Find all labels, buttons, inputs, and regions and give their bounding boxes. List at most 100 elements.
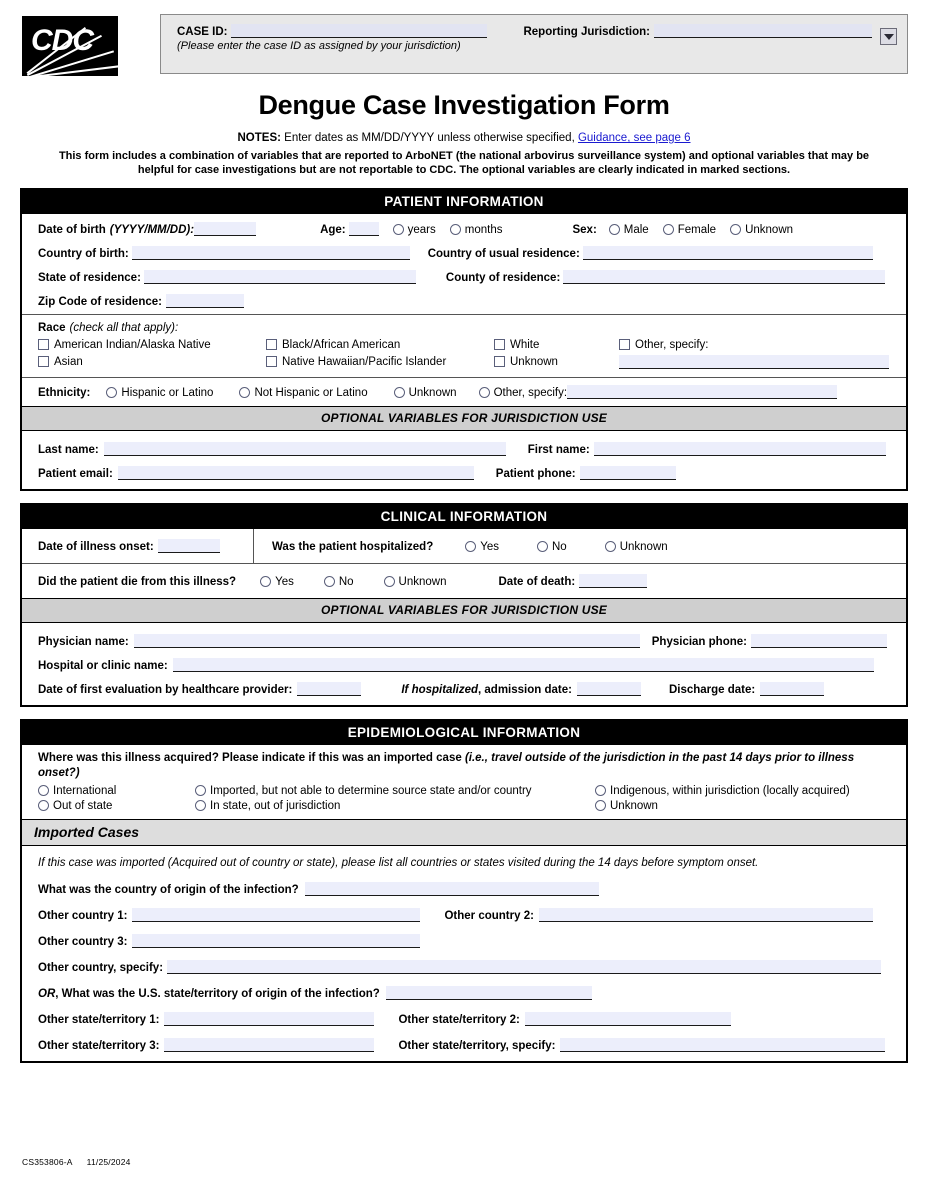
first-name-input[interactable] bbox=[593, 442, 886, 457]
other-state-specify-input[interactable] bbox=[560, 1038, 886, 1053]
radio-icon bbox=[195, 784, 206, 796]
race-option-white[interactable]: White bbox=[494, 338, 605, 351]
hospitalized-unknown-radio[interactable]: Unknown bbox=[604, 540, 668, 554]
checkbox-icon bbox=[266, 338, 277, 350]
age-input[interactable] bbox=[348, 222, 379, 237]
epi-option-out-of-state[interactable]: Out of state bbox=[38, 799, 181, 812]
race-option-unknown[interactable]: Unknown bbox=[494, 355, 605, 369]
ethnicity-hispanic-radio[interactable]: Hispanic or Latino bbox=[106, 386, 213, 399]
last-name-input[interactable] bbox=[103, 442, 506, 457]
state-of-residence-input[interactable] bbox=[143, 270, 416, 285]
died-option-label: Unknown bbox=[398, 576, 447, 589]
race-option-label: Black/African American bbox=[282, 339, 401, 352]
county-of-residence-input[interactable] bbox=[563, 270, 886, 285]
reporting-jurisdiction-dropdown-button[interactable] bbox=[880, 28, 897, 45]
notes-label: NOTES: bbox=[237, 132, 281, 144]
race-option-asian[interactable]: Asian bbox=[38, 355, 252, 369]
race-hint: (check all that apply): bbox=[69, 322, 179, 335]
ethnicity-option-label: Not Hispanic or Latino bbox=[254, 387, 368, 400]
country-of-residence-input[interactable] bbox=[582, 246, 873, 261]
race-option-other[interactable]: Other, specify: bbox=[619, 338, 876, 351]
sex-unknown-label: Unknown bbox=[745, 224, 794, 237]
radio-icon bbox=[478, 386, 490, 398]
reporting-jurisdiction-input[interactable] bbox=[653, 24, 872, 38]
other-state-1-input[interactable] bbox=[164, 1012, 375, 1027]
physician-name-input[interactable] bbox=[133, 634, 640, 649]
other-state-specify-label: Other state/territory, specify: bbox=[398, 1040, 556, 1053]
or-state-input[interactable] bbox=[385, 986, 592, 1001]
discharge-date-input[interactable] bbox=[760, 682, 825, 697]
physician-phone-label: Physician phone: bbox=[651, 636, 747, 649]
physician-phone-input[interactable] bbox=[750, 634, 887, 649]
other-state-2-input[interactable] bbox=[524, 1012, 731, 1027]
sex-unknown-radio[interactable]: Unknown bbox=[730, 223, 794, 237]
hospital-name-input[interactable] bbox=[172, 658, 874, 673]
imported-note: If this case was imported (Acquired out … bbox=[38, 857, 759, 870]
died-option-label: No bbox=[338, 576, 354, 589]
epi-option-label: In state, out of jurisdiction bbox=[210, 800, 341, 813]
patient-email-input[interactable] bbox=[117, 466, 474, 481]
epi-option-in-state-out-of-jurisdiction[interactable]: In state, out of jurisdiction bbox=[195, 799, 581, 813]
origin-country-input[interactable] bbox=[304, 882, 599, 897]
race-option-american-indian[interactable]: American Indian/Alaska Native bbox=[38, 338, 252, 351]
ethnicity-not-hispanic-radio[interactable]: Not Hispanic or Latino bbox=[239, 386, 368, 400]
hospitalized-option-label: Unknown bbox=[619, 541, 668, 554]
epi-option-international[interactable]: International bbox=[38, 784, 181, 798]
guidance-link[interactable]: Guidance, see page 6 bbox=[578, 132, 691, 144]
checkbox-icon bbox=[619, 338, 630, 350]
checkbox-icon bbox=[494, 355, 505, 367]
epi-option-label: International bbox=[53, 785, 117, 798]
checkbox-icon bbox=[38, 338, 49, 350]
age-unit-years-radio[interactable]: years bbox=[392, 223, 436, 236]
origin-country-label: What was the country of origin of the in… bbox=[38, 884, 299, 897]
or-label: OR bbox=[38, 988, 56, 1001]
origin-country-row: What was the country of origin of the in… bbox=[38, 882, 890, 897]
zip-code-input[interactable] bbox=[165, 294, 244, 309]
ethnicity-unknown-radio[interactable]: Unknown bbox=[393, 386, 457, 399]
patient-phone-input[interactable] bbox=[579, 466, 676, 481]
died-unknown-radio[interactable]: Unknown bbox=[383, 575, 447, 589]
epi-option-imported-undetermined[interactable]: Imported, but not able to determine sour… bbox=[195, 784, 581, 797]
hospital-row: Hospital or clinic name: bbox=[38, 658, 890, 673]
or-state-label: , What was the U.S. state/territory of o… bbox=[55, 988, 380, 1001]
dob-input[interactable] bbox=[194, 222, 257, 237]
country-of-birth-label: Country of birth: bbox=[38, 248, 129, 261]
died-no-radio[interactable]: No bbox=[323, 575, 354, 589]
cdc-trademark-icon: ® bbox=[111, 69, 116, 75]
footer-date: 11/25/2024 bbox=[86, 1157, 131, 1167]
radio-icon bbox=[239, 386, 251, 398]
age-unit-months-radio[interactable]: months bbox=[449, 223, 502, 236]
sex-male-radio[interactable]: Male bbox=[608, 223, 649, 236]
checkbox-icon bbox=[494, 338, 505, 350]
other-state-3-input[interactable] bbox=[164, 1038, 375, 1053]
country-row: Country of birth: Country of usual resid… bbox=[38, 246, 890, 261]
other-country-1-input[interactable] bbox=[132, 908, 421, 923]
ethnicity-other-radio[interactable]: Other, specify: bbox=[478, 386, 567, 399]
other-country-3-input[interactable] bbox=[132, 934, 421, 949]
case-id-input[interactable] bbox=[231, 24, 488, 38]
radio-icon bbox=[465, 540, 477, 552]
died-yes-radio[interactable]: Yes bbox=[260, 575, 294, 588]
race-block: Race (check all that apply): American Ind… bbox=[22, 315, 906, 377]
race-option-black[interactable]: Black/African American bbox=[266, 338, 480, 352]
first-evaluation-input[interactable] bbox=[297, 682, 362, 697]
date-of-death-label: Date of death: bbox=[498, 576, 576, 589]
race-other-input[interactable] bbox=[619, 355, 889, 370]
epi-option-indigenous[interactable]: Indigenous, within jurisdiction (locally… bbox=[595, 784, 876, 797]
illness-onset-input[interactable] bbox=[157, 539, 220, 554]
race-option-native-hawaiian[interactable]: Native Hawaiian/Pacific Islander bbox=[266, 355, 480, 369]
radio-icon bbox=[106, 386, 118, 398]
ethnicity-other-input[interactable] bbox=[567, 385, 838, 400]
epi-option-unknown[interactable]: Unknown bbox=[595, 799, 876, 812]
admission-date-input[interactable] bbox=[576, 682, 641, 697]
hospitalized-option-label: No bbox=[552, 541, 567, 554]
country-of-birth-input[interactable] bbox=[131, 246, 410, 261]
other-country-2-input[interactable] bbox=[538, 908, 873, 923]
date-of-death-input[interactable] bbox=[579, 574, 648, 589]
hospitalized-no-radio[interactable]: No bbox=[537, 540, 567, 554]
hospitalized-yes-radio[interactable]: Yes bbox=[465, 540, 499, 553]
other-country-specify-input[interactable] bbox=[167, 960, 882, 975]
sex-female-radio[interactable]: Female bbox=[662, 223, 716, 236]
cdc-logo-text: CDC bbox=[31, 24, 94, 57]
death-block: Did the patient die from this illness? Y… bbox=[22, 564, 906, 598]
